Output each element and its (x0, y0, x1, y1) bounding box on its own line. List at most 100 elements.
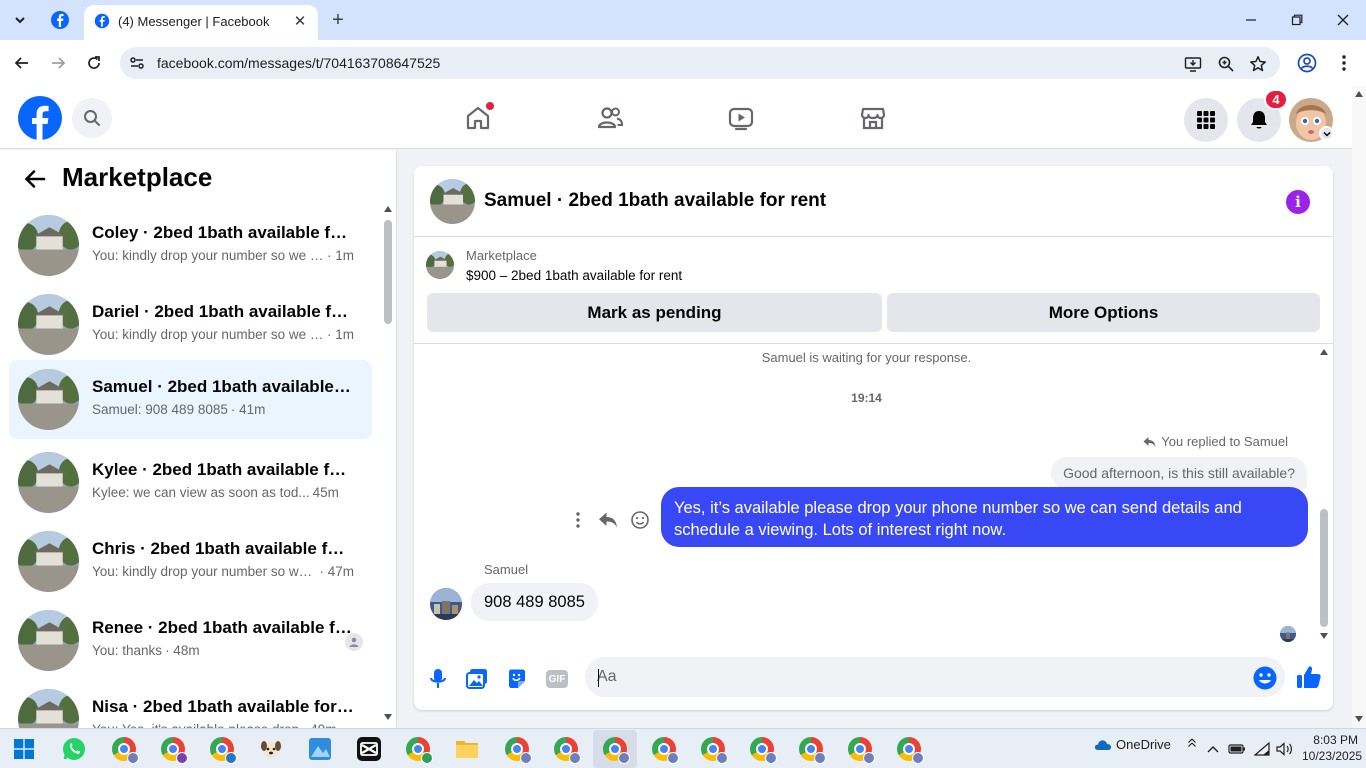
taskbar-chrome-11[interactable] (846, 735, 875, 764)
nav-marketplace[interactable] (855, 100, 891, 136)
start-button[interactable] (10, 735, 38, 763)
conversation-list-scrollbar[interactable] (382, 206, 392, 720)
taskbar-chrome-1[interactable] (110, 735, 139, 764)
taskbar-chrome-7[interactable] (650, 735, 679, 764)
browser-menu-icon[interactable] (1333, 52, 1355, 74)
profile-icon[interactable] (1296, 52, 1318, 74)
facebook-search-button[interactable] (72, 98, 112, 138)
conversation-item[interactable]: Coley · 2bed 1bath available for rent You… (9, 206, 372, 285)
nav-video[interactable] (723, 100, 759, 136)
onedrive-tray[interactable]: OneDrive (1094, 737, 1171, 752)
taskbar-app-dog[interactable] (257, 735, 285, 763)
active-tab[interactable]: (4) Messenger | Facebook ✕ (84, 5, 318, 40)
reload-button[interactable] (80, 49, 108, 77)
taskbar-file-explorer[interactable] (453, 735, 481, 763)
taskbar-chrome-8[interactable] (699, 735, 728, 764)
show-hidden-icons[interactable] (1203, 739, 1223, 759)
sticker-icon[interactable] (503, 665, 531, 693)
close-tab-icon[interactable]: ✕ (290, 11, 310, 31)
conversation-thumbnail (18, 610, 79, 671)
sender-avatar[interactable] (430, 588, 462, 620)
taskbar-app-photos[interactable] (306, 735, 334, 763)
send-like-button[interactable] (1294, 662, 1324, 692)
new-tab-button[interactable]: + (326, 8, 350, 32)
account-menu-caret[interactable] (1319, 126, 1334, 141)
conversation-item[interactable]: Chris · 2bed 1bath available for rent You… (9, 522, 372, 601)
minimize-button[interactable] (1237, 6, 1265, 34)
taskbar-chrome-10[interactable] (797, 735, 826, 764)
bookmark-star-icon[interactable] (1248, 54, 1268, 74)
battery-icon[interactable] (1227, 739, 1247, 759)
conversation-item[interactable]: Kylee · 2bed 1bath available for rent Kyl… (9, 443, 372, 522)
taskbar-chrome-3[interactable] (208, 735, 237, 764)
incoming-message[interactable]: 908 489 8085 (471, 583, 598, 621)
wifi-icon[interactable] (1252, 739, 1272, 759)
message-more-icon[interactable] (567, 509, 589, 531)
scrollbar-thumb[interactable] (384, 220, 392, 324)
scrollbar-thumb[interactable] (1320, 509, 1328, 627)
panel-title: Marketplace (62, 162, 213, 192)
cloud-icon (1094, 739, 1112, 750)
message-thread: Samuel is waiting for your response. 19:… (414, 345, 1333, 645)
tray-overflow-icon[interactable] (1182, 733, 1202, 753)
conversation-preview-text: You: thanks (92, 643, 163, 658)
chat-window: Samuel · 2bed 1bath available for rent i… (414, 166, 1333, 710)
conversation-name: Coley · 2bed 1bath available for rent (92, 223, 354, 242)
taskbar-chrome-active[interactable] (593, 730, 637, 768)
conversation-item[interactable]: Nisa · 2bed 1bath available for rentYou:… (9, 680, 372, 728)
listing-title[interactable]: $900 – 2bed 1bath available for rent (466, 268, 682, 283)
back-button[interactable] (8, 49, 36, 77)
attach-photo-icon[interactable] (463, 665, 491, 693)
tab-search-button[interactable] (6, 7, 34, 33)
forward-button[interactable] (44, 49, 72, 77)
outgoing-message[interactable]: Yes, it’s available please drop your pho… (661, 487, 1308, 547)
restore-button[interactable] (1283, 6, 1311, 34)
voice-clip-icon[interactable] (424, 665, 452, 693)
gif-icon[interactable]: GIF (543, 665, 571, 693)
grid-menu-icon (1197, 111, 1215, 129)
pinned-tab-facebook[interactable] (50, 10, 70, 30)
volume-icon[interactable] (1275, 739, 1295, 759)
menu-grid-button[interactable] (1184, 98, 1228, 142)
install-app-icon[interactable] (1183, 54, 1203, 74)
listing-small-thumbnail[interactable] (426, 251, 454, 279)
reply-icon[interactable] (597, 509, 619, 531)
system-clock[interactable]: 8:03 PM 10/23/2025 (1302, 732, 1362, 764)
taskbar-chrome-6[interactable] (552, 735, 581, 764)
conversation-item[interactable]: Dariel · 2bed 1bath available for rent Yo… (9, 285, 372, 364)
mark-as-pending-button[interactable]: Mark as pending (427, 293, 882, 332)
taskbar-chrome-5[interactable] (503, 735, 532, 764)
nav-home[interactable] (460, 100, 496, 136)
windows-logo-icon (14, 739, 34, 759)
seen-by-avatar (1280, 626, 1296, 642)
close-window-button[interactable] (1329, 6, 1357, 34)
back-to-chats-button[interactable] (22, 166, 48, 192)
message-input[interactable] (585, 657, 1285, 697)
conversation-preview-text: You: kindly drop your number so we can s… (92, 564, 317, 579)
chevron-up-icon (1207, 746, 1219, 753)
conversation-time: · 47m (319, 564, 354, 579)
emoji-icon[interactable] (1252, 665, 1278, 691)
page-scrollbar[interactable] (1352, 86, 1366, 728)
listing-thumbnail[interactable] (430, 179, 475, 224)
facebook-logo-icon[interactable] (18, 96, 62, 140)
message-composer: GIF (414, 650, 1333, 710)
conversation-info-icon[interactable]: i (1286, 190, 1310, 214)
conversation-item[interactable]: Samuel · 2bed 1bath available for rent Sa… (9, 360, 372, 439)
taskbar-app-capcut[interactable] (355, 735, 383, 763)
message-thread-scrollbar[interactable] (1318, 349, 1330, 641)
nav-friends[interactable] (592, 100, 628, 136)
taskbar-chrome-4[interactable] (404, 735, 433, 764)
conversation-preview: You: thanks · 48m (92, 643, 354, 658)
address-bar[interactable]: facebook.com/messages/t/704163708647525 (120, 47, 1280, 79)
taskbar-chrome-9[interactable] (748, 735, 777, 764)
site-info-icon[interactable] (128, 54, 146, 72)
taskbar-chrome-12[interactable] (895, 735, 924, 764)
quoted-message[interactable]: Good afternoon, is this still available? (1051, 457, 1307, 489)
more-options-button[interactable]: More Options (887, 293, 1320, 332)
react-smiley-icon[interactable] (629, 509, 651, 531)
conversation-item[interactable]: Renee · 2bed 1bath available for rent You… (9, 601, 372, 680)
zoom-icon[interactable] (1216, 54, 1236, 74)
taskbar-chrome-2[interactable] (159, 735, 188, 764)
taskbar-whatsapp[interactable] (60, 735, 88, 763)
